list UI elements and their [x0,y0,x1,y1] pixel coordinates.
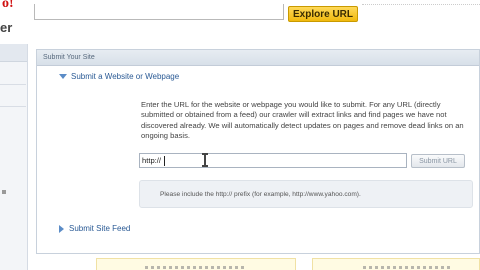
sidebar-header [0,44,27,62]
card-text-fragment [145,266,245,269]
hint-text: Please include the http:// prefix (for e… [160,191,361,198]
submit-description: Enter the URL for the website or webpage… [141,100,464,141]
panel-title: Submit Your Site [37,50,479,66]
triangle-right-icon [59,224,64,233]
submit-url-button[interactable]: Submit URL [411,154,465,168]
url-input-value: http:// [142,156,161,165]
text-cursor-icon [201,153,209,167]
submit-website-section-toggle[interactable]: Submit a Website or Webpage [59,72,179,81]
text-caret [164,156,165,166]
info-card [312,258,480,270]
triangle-down-icon [59,74,67,79]
section-feed-label: Submit Site Feed [69,224,131,233]
left-sidebar [0,44,28,270]
explore-url-button[interactable]: Explore URL [288,6,358,22]
hint-box: Please include the http:// prefix (for e… [139,180,473,208]
submit-url-input[interactable]: http:// [139,153,407,168]
info-card [96,258,296,270]
card-text-fragment [363,266,453,269]
top-divider [362,0,480,5]
sidebar-divider [0,106,26,107]
sidebar-bullet [2,190,6,194]
sidebar-divider [0,84,26,85]
submit-feed-section-toggle[interactable]: Submit Site Feed [59,224,130,233]
yahoo-logo[interactable]: o! er [0,0,22,36]
logo-bottom-text: er [0,20,13,35]
top-bar: o! er Explore URL [0,0,480,35]
logo-top-text: o! [2,0,14,11]
explore-url-input[interactable] [34,4,284,20]
section-website-label: Submit a Website or Webpage [71,72,180,81]
